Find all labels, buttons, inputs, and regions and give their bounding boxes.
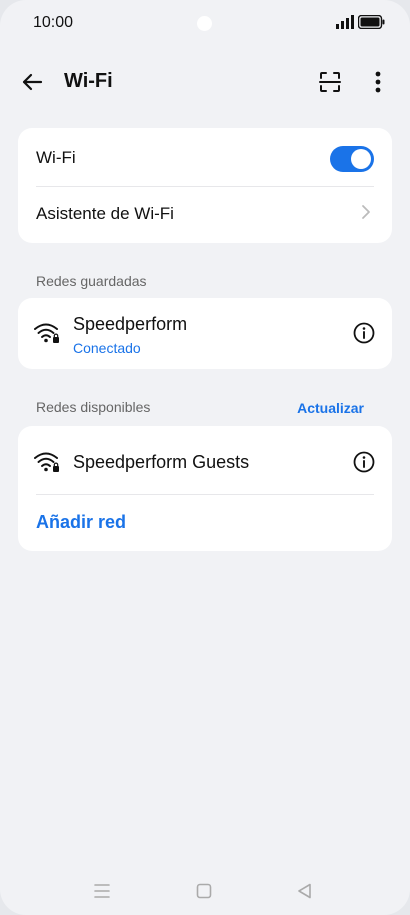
signal-icon [336,15,354,29]
front-camera [197,16,212,31]
navigation-bar [0,870,410,910]
more-vertical-icon [375,71,381,93]
divider [36,494,374,495]
saved-networks-label: Redes guardadas [36,273,147,289]
wifi-settings-card: Wi-Fi Asistente de Wi-Fi [18,128,392,243]
available-network-row[interactable]: Speedperform Guests [18,426,392,494]
qr-scan-icon [319,72,341,92]
wifi-toggle-switch[interactable] [330,146,374,172]
available-networks-label: Redes disponibles [36,399,151,415]
app-header: Wi-Fi [0,56,410,108]
saved-network-status: Conectado [73,340,141,356]
back-nav-icon[interactable] [294,880,316,902]
info-icon[interactable] [352,321,376,345]
battery-icon [358,15,385,29]
info-icon[interactable] [352,450,376,474]
available-network-name: Speedperform Guests [73,452,250,472]
menu-nav-icon[interactable] [91,880,113,902]
saved-network-row[interactable]: Speedperform Conectado [18,298,392,369]
wifi-toggle-label: Wi-Fi [36,148,76,167]
refresh-button[interactable]: Actualizar [297,400,364,416]
toggle-knob [351,149,371,169]
status-time: 10:00 [33,14,74,31]
status-bar: 10:00 [0,0,410,46]
wifi-locked-icon [34,323,59,343]
saved-networks-card: Speedperform Conectado [18,298,392,369]
more-options-button[interactable] [362,66,394,98]
screen: 10:00 Wi-Fi Wi-Fi Asistente de Wi-Fi Red… [0,0,410,915]
home-nav-icon[interactable] [193,880,215,902]
available-networks-card: Speedperform Guests Añadir red [18,426,392,551]
back-button[interactable] [16,66,48,98]
back-arrow-icon [22,73,43,91]
wifi-assistant-row[interactable]: Asistente de Wi-Fi [18,186,392,243]
chevron-right-icon [362,205,370,219]
wifi-assistant-label: Asistente de Wi-Fi [36,204,174,223]
wifi-locked-icon [34,452,59,472]
qr-scan-button[interactable] [314,66,346,98]
saved-network-name: Speedperform [73,314,188,334]
page-title: Wi-Fi [64,70,113,92]
wifi-toggle-row[interactable]: Wi-Fi [18,128,392,186]
add-network-button[interactable]: Añadir red [36,512,126,533]
